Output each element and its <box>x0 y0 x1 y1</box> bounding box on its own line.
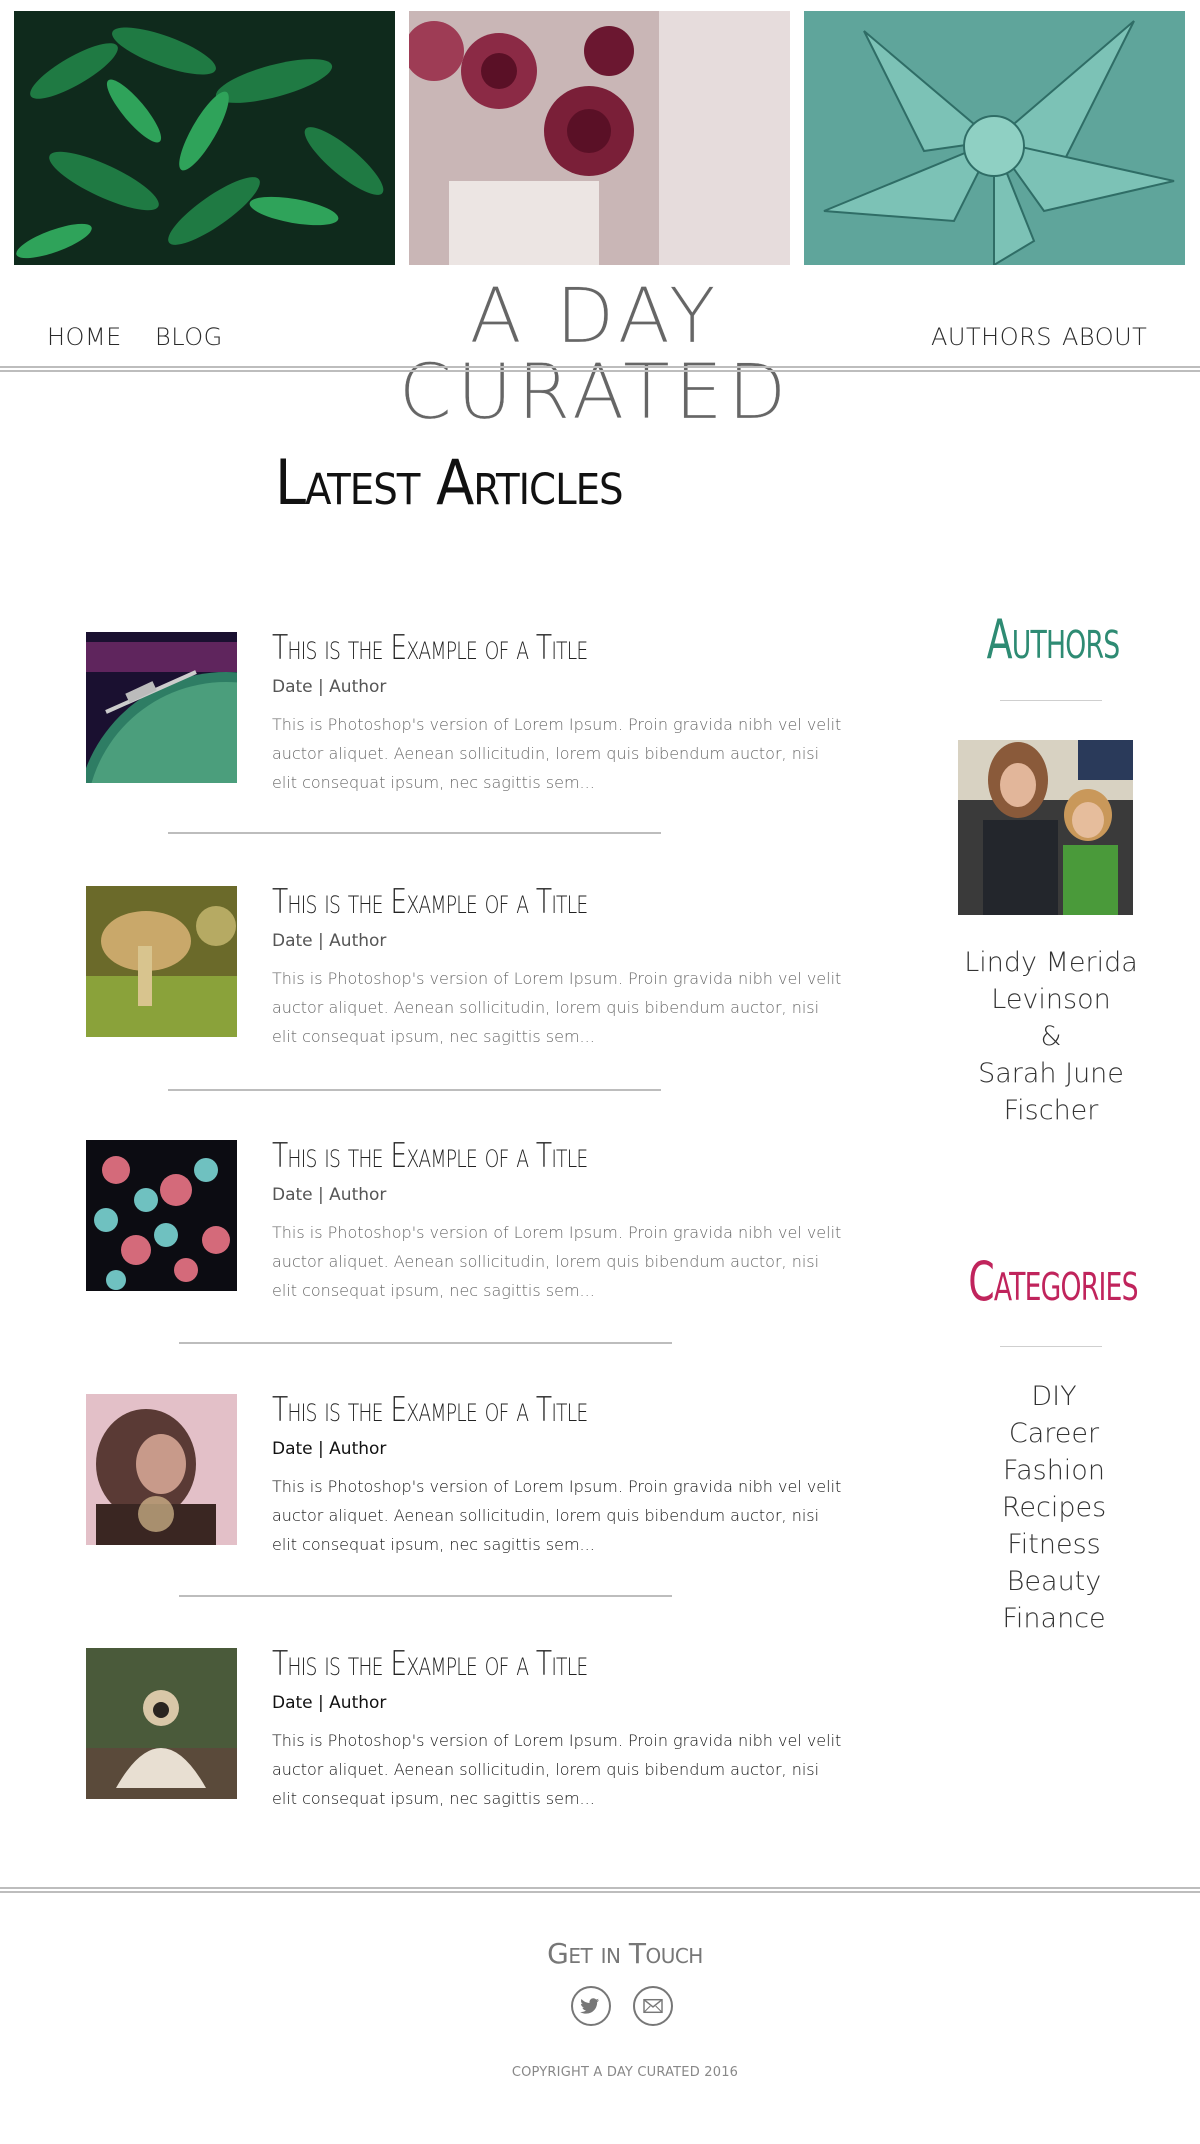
footer-divider <box>0 1887 1200 1893</box>
nav-authors-link[interactable]: AUTHORS <box>931 323 1052 351</box>
get-in-touch-heading: Get in Touch <box>547 1937 703 1970</box>
site-title-logo[interactable]: A DAY CURATED <box>270 277 920 430</box>
article-thumbnail-space[interactable] <box>86 632 237 783</box>
hero-banner <box>14 11 1186 265</box>
article-item: This is the Example of a Title Date | Au… <box>86 1644 846 1808</box>
article-item: This is the Example of a Title Date | Au… <box>86 628 846 792</box>
hero-image-leaves <box>14 11 395 265</box>
categories-heading: Categories <box>968 1250 1138 1313</box>
author-name-line: Levinson <box>991 984 1111 1015</box>
author-name-line: Fischer <box>1003 1095 1099 1126</box>
article-thumbnail-portrait[interactable] <box>86 1394 237 1545</box>
article-excerpt: This is Photoshop's version of Lorem Ips… <box>272 1731 842 1808</box>
category-link-beauty[interactable]: Beauty <box>903 1563 1200 1600</box>
category-link-recipes[interactable]: Recipes <box>903 1489 1200 1526</box>
article-item: This is the Example of a Title Date | Au… <box>86 1390 846 1554</box>
article-divider <box>168 832 661 834</box>
article-divider <box>179 1342 672 1344</box>
category-link-fashion[interactable]: Fashion <box>903 1452 1200 1489</box>
nav-blog-link[interactable]: BLOG <box>155 323 223 351</box>
authors-divider <box>1000 700 1102 701</box>
author-name-line: & <box>1040 1021 1062 1052</box>
twitter-button[interactable] <box>571 1986 611 2026</box>
article-excerpt: This is Photoshop's version of Lorem Ips… <box>272 1477 842 1554</box>
email-icon <box>643 1998 663 2014</box>
author-names: Lindy Merida Levinson & Sarah June Fisch… <box>903 944 1199 1129</box>
article-meta: Date | Author <box>272 1693 387 1713</box>
article-thumbnail-mushroom[interactable] <box>86 886 237 1037</box>
hero-image-succulent <box>804 11 1185 265</box>
article-excerpt: This is Photoshop's version of Lorem Ips… <box>272 969 842 1046</box>
authors-photo <box>958 740 1133 915</box>
article-item: This is the Example of a Title Date | Au… <box>86 1136 846 1300</box>
author-name-line: Sarah June <box>978 1058 1124 1089</box>
category-link-finance[interactable]: Finance <box>903 1600 1200 1637</box>
article-excerpt: This is Photoshop's version of Lorem Ips… <box>272 1223 842 1300</box>
twitter-icon <box>580 1998 600 2014</box>
categories-list: DIY Career Fashion Recipes Fitness Beaut… <box>903 1378 1200 1637</box>
email-button[interactable] <box>633 1986 673 2026</box>
article-item: This is the Example of a Title Date | Au… <box>86 882 846 1046</box>
article-title-link[interactable]: This is the Example of a Title <box>272 882 588 922</box>
article-meta: Date | Author <box>272 1439 387 1459</box>
article-meta: Date | Author <box>272 931 387 951</box>
article-excerpt: This is Photoshop's version of Lorem Ips… <box>272 715 842 792</box>
nav-about-link[interactable]: ABOUT <box>1062 323 1147 351</box>
article-title-link[interactable]: This is the Example of a Title <box>272 1136 588 1176</box>
category-link-career[interactable]: Career <box>903 1415 1200 1452</box>
copyright-text: COPYRIGHT A DAY CURATED 2016 <box>511 2065 739 2080</box>
article-meta: Date | Author <box>272 677 387 697</box>
article-thumbnail-pug[interactable] <box>86 1648 237 1799</box>
category-link-diy[interactable]: DIY <box>903 1378 1200 1415</box>
latest-articles-heading: Latest Articles <box>275 446 624 519</box>
nav-home-link[interactable]: HOME <box>47 323 122 351</box>
article-title-link[interactable]: This is the Example of a Title <box>272 1644 588 1684</box>
article-meta: Date | Author <box>272 1185 387 1205</box>
article-title-link[interactable]: This is the Example of a Title <box>272 628 588 668</box>
authors-heading: Authors <box>986 608 1121 671</box>
header-divider <box>0 366 1200 372</box>
article-title-link[interactable]: This is the Example of a Title <box>272 1390 588 1430</box>
article-thumbnail-fireworks[interactable] <box>86 1140 237 1291</box>
article-divider <box>179 1595 672 1597</box>
article-divider <box>168 1089 661 1091</box>
author-name-line: Lindy Merida <box>964 947 1138 978</box>
category-link-fitness[interactable]: Fitness <box>903 1526 1200 1563</box>
hero-image-roses <box>409 11 790 265</box>
categories-divider <box>1000 1346 1102 1347</box>
